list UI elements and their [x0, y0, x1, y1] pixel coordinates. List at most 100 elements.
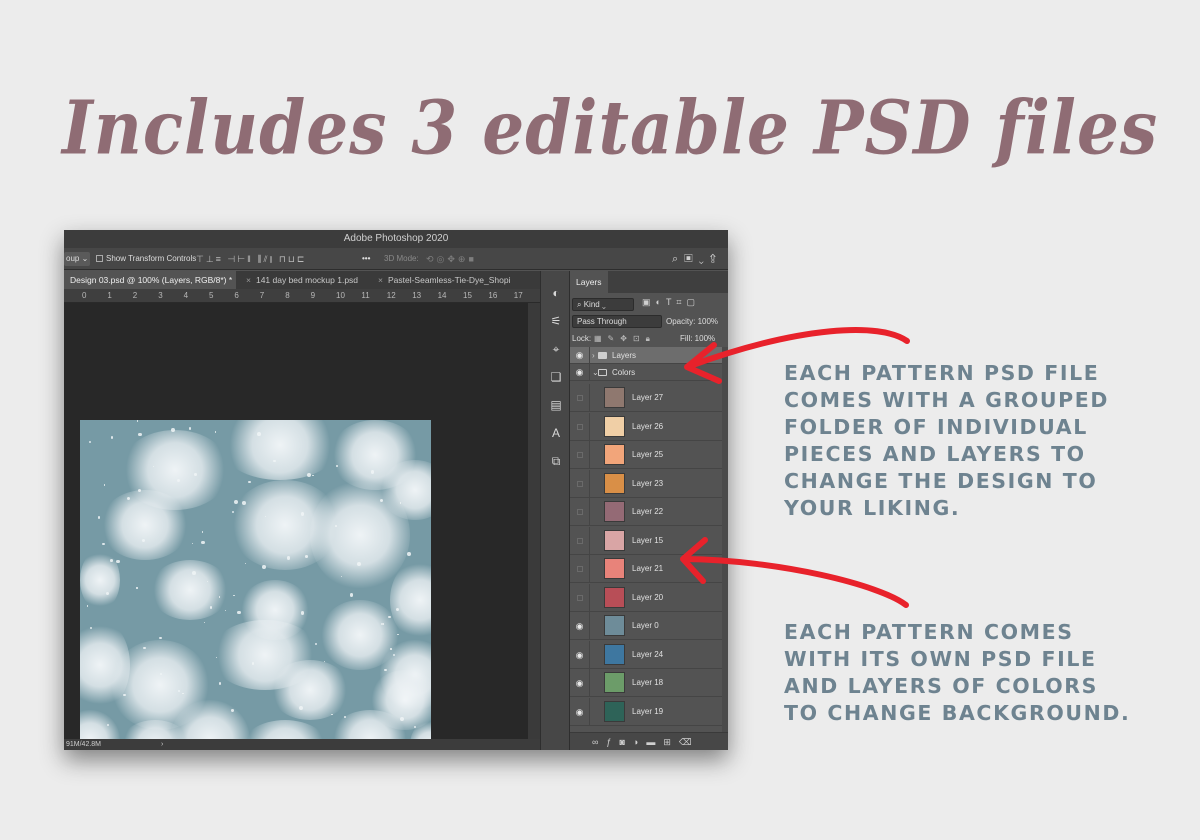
hidden-visibility-box[interactable]	[576, 423, 583, 430]
libraries-icon[interactable]: ▤	[548, 397, 564, 413]
layer-row[interactable]: Layer 25	[570, 441, 722, 469]
visibility-toggle[interactable]	[570, 469, 590, 497]
layer-row[interactable]: ◉ Layer 24	[570, 640, 722, 669]
lock-row: Lock: ▦✎✥⊡🔒︎ Fill: 100%	[570, 331, 728, 347]
character-icon[interactable]: A	[548, 425, 564, 441]
eye-icon[interactable]: ◉	[576, 650, 584, 660]
chevron-right-icon[interactable]: ›	[592, 347, 595, 364]
adjustments-icon[interactable]: ◐	[548, 285, 564, 301]
speckle	[176, 478, 180, 482]
layer-row[interactable]: Layer 21	[570, 555, 722, 583]
layer-row[interactable]: ◉ Layer 18	[570, 669, 722, 697]
visibility-toggle[interactable]	[570, 555, 590, 582]
layer-row[interactable]: Layer 23	[570, 469, 722, 498]
eye-icon[interactable]: ◉	[576, 621, 584, 631]
auto-select-dropdown[interactable]: oup ⌄	[64, 252, 90, 266]
tab-day-bed-mockup[interactable]: × 141 day bed mockup 1.psd	[240, 271, 368, 289]
hidden-visibility-box[interactable]	[576, 509, 583, 515]
lock-icons[interactable]: ▦✎✥⊡🔒︎	[594, 331, 656, 347]
eye-icon[interactable]: ◉	[576, 707, 584, 717]
layer-color-swatch	[604, 501, 625, 522]
folder-icon	[598, 352, 607, 359]
canvas-area[interactable]	[64, 303, 528, 750]
ruler-tick-label: 12	[386, 291, 396, 300]
speckle	[123, 693, 126, 697]
ruler-tick-label: 9	[310, 291, 316, 300]
layer-row[interactable]: Layer 20	[570, 583, 722, 612]
3d-mode-icons[interactable]: ⟲◎✥⊕■	[426, 248, 477, 270]
hidden-visibility-box[interactable]	[576, 566, 583, 572]
search-icon[interactable]: ⌕▣⌄⇪	[672, 248, 722, 270]
status-chevron-icon[interactable]: ›	[161, 741, 163, 748]
visibility-toggle[interactable]: ◉	[570, 347, 590, 363]
layer-color-swatch	[604, 586, 625, 608]
layer-row[interactable]: ◉ Layer 19	[570, 697, 722, 726]
document-tabs: Design 03.psd @ 100% (Layers, RGB/8*) * …	[64, 271, 540, 289]
cloud-texture	[270, 660, 350, 720]
close-icon[interactable]: ×	[246, 275, 251, 285]
speckle	[201, 530, 204, 533]
trash-icon[interactable]: ⌫	[679, 737, 700, 747]
link-layers-icon[interactable]: ∞	[592, 737, 606, 747]
hidden-visibility-box[interactable]	[576, 395, 583, 401]
tab-design-03[interactable]: Design 03.psd @ 100% (Layers, RGB/8*) *	[64, 271, 236, 289]
hidden-visibility-box[interactable]	[576, 594, 583, 601]
new-layer-icon[interactable]: ⊞	[663, 737, 679, 747]
layer-group-row[interactable]: ◉ ⌄ Colors	[570, 364, 722, 381]
adjustment-layer-icon[interactable]: ◑	[633, 737, 646, 747]
layers-panel-footer: ∞ƒ◙◑▬⊞⌫	[570, 732, 728, 750]
hidden-visibility-box[interactable]	[576, 537, 583, 544]
layer-row[interactable]: Layer 22	[570, 498, 722, 526]
visibility-toggle[interactable]: ◉	[570, 640, 590, 668]
layer-color-swatch	[604, 643, 625, 665]
blend-mode-dropdown[interactable]: Pass Through	[572, 315, 662, 328]
add-mask-icon[interactable]: ◙	[619, 737, 632, 747]
speckle	[232, 594, 235, 597]
vertical-scrollbar[interactable]	[528, 303, 540, 739]
close-icon[interactable]: ×	[378, 275, 383, 285]
ruler-tick-label: 5	[209, 291, 214, 300]
tab-pastel-seamless[interactable]: × Pastel-Seamless-Tie-Dye_Shopi	[372, 271, 532, 289]
layer-row[interactable]: Layer 15	[570, 526, 722, 555]
layer-row[interactable]: Layer 26	[570, 412, 722, 441]
visibility-toggle[interactable]	[570, 498, 590, 525]
visibility-toggle[interactable]	[570, 441, 590, 468]
layers-scrollbar[interactable]	[722, 347, 728, 732]
paths-icon[interactable]: ⌖	[548, 341, 564, 357]
opacity-field[interactable]: Opacity: 100%	[666, 317, 718, 326]
pattern-artwork[interactable]	[80, 420, 431, 750]
fx-icon[interactable]: ƒ	[606, 737, 619, 747]
visibility-toggle[interactable]	[570, 583, 590, 611]
styles-icon[interactable]: ⧉	[548, 453, 564, 469]
layer-row[interactable]: ◉ Layer 0	[570, 612, 722, 640]
visibility-toggle[interactable]: ◉	[570, 612, 590, 639]
eye-icon[interactable]: ◉	[576, 350, 584, 360]
visibility-toggle[interactable]	[570, 412, 590, 440]
properties-icon[interactable]: ⚟	[548, 313, 564, 329]
channels-icon[interactable]: ❏	[548, 369, 564, 385]
layer-row[interactable]: Layer 27	[570, 384, 722, 412]
tab-layers[interactable]: Layers	[570, 271, 608, 293]
layer-name: Layer 19	[632, 706, 664, 716]
layer-color-swatch	[604, 472, 625, 494]
filter-kind-dropdown[interactable]: ⌕ Kind ⌄	[572, 298, 634, 311]
new-group-icon[interactable]: ▬	[646, 737, 663, 747]
visibility-toggle[interactable]: ◉	[570, 364, 590, 380]
eye-icon[interactable]: ◉	[576, 367, 584, 377]
visibility-toggle[interactable]: ◉	[570, 669, 590, 696]
ruler-tick-label: 2	[132, 291, 138, 300]
more-options-button[interactable]: •••	[362, 248, 370, 270]
eye-icon[interactable]: ◉	[576, 678, 584, 688]
ruler-tick-label: 16	[488, 291, 498, 300]
visibility-toggle[interactable]	[570, 384, 590, 411]
hidden-visibility-box[interactable]	[576, 452, 583, 458]
filter-icons[interactable]: ▣◐T⌗▢	[642, 297, 700, 308]
visibility-toggle[interactable]: ◉	[570, 697, 590, 725]
fill-field[interactable]: Fill: 100%	[680, 331, 715, 347]
layer-group-row[interactable]: ◉ › Layers	[570, 347, 722, 364]
show-transform-controls-checkbox[interactable]: Show Transform Controls	[96, 248, 196, 270]
visibility-toggle[interactable]	[570, 526, 590, 554]
checkbox-box[interactable]	[96, 255, 103, 263]
hidden-visibility-box[interactable]	[576, 480, 583, 487]
align-icons[interactable]: ⊤⊥≡ ⊣⊢‖ ⫼⫽⫾ ⊓⊔⊏	[196, 248, 306, 270]
